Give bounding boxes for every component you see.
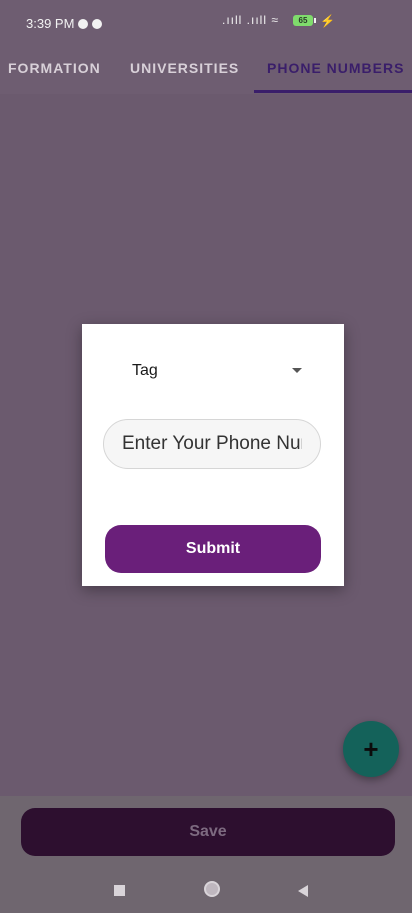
status-time: 3:39 PM [26,16,103,31]
status-time-text: 3:39 PM [26,16,75,31]
tag-dropdown[interactable]: Tag [122,354,312,386]
plus-icon: + [363,734,379,764]
tab-phone-numbers[interactable]: PHONE NUMBERS [267,42,404,94]
save-button[interactable]: Save [21,808,395,856]
battery-cap [314,18,316,23]
tab-universities[interactable]: UNIVERSITIES [130,42,239,94]
battery-icon: 65 [293,15,313,26]
notification-icon [92,19,103,29]
tab-bar: FORMATION UNIVERSITIES PHONE NUMBERS [0,42,412,94]
caret-down-icon [292,368,302,373]
submit-button[interactable]: Submit [105,525,321,573]
charging-icon: ⚡ [320,14,335,28]
nav-back-icon[interactable] [298,885,308,897]
phone-dialog: Tag Submit [82,324,344,586]
phone-number-input[interactable] [103,419,321,469]
add-fab-button[interactable]: + [343,721,399,777]
notification-icon [78,19,89,29]
nav-recent-icon[interactable] [114,885,125,896]
tag-label: Tag [132,362,158,379]
nav-home-icon[interactable] [204,881,220,897]
tab-indicator [254,90,412,93]
status-bar: 3:39 PM .ııll .ııll ≈ 65 ⚡ [0,0,412,42]
tab-information[interactable]: FORMATION [8,42,101,94]
signal-icon: .ııll .ııll ≈ [222,13,279,27]
